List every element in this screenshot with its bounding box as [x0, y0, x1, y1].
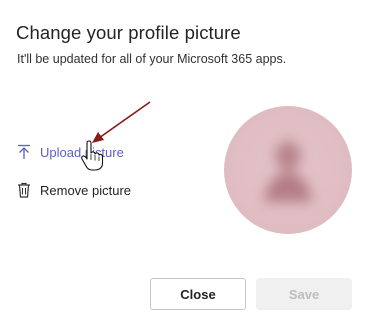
avatar-silhouette [258, 136, 318, 206]
upload-icon [16, 144, 32, 160]
upload-picture-button[interactable]: Upload picture [16, 144, 124, 160]
save-button[interactable]: Save [256, 278, 352, 310]
avatar [224, 106, 352, 234]
remove-picture-label: Remove picture [40, 182, 132, 198]
dialog-title: Change your profile picture [16, 22, 241, 43]
dialog-subtitle: It'll be updated for all of your Microso… [17, 52, 287, 66]
upload-picture-label: Upload picture [40, 144, 124, 160]
close-button[interactable]: Close [150, 278, 246, 310]
trash-icon [16, 182, 32, 198]
remove-picture-button[interactable]: Remove picture [16, 182, 131, 198]
profile-picture-dialog: Change your profile picture It'll be upd… [0, 0, 370, 329]
